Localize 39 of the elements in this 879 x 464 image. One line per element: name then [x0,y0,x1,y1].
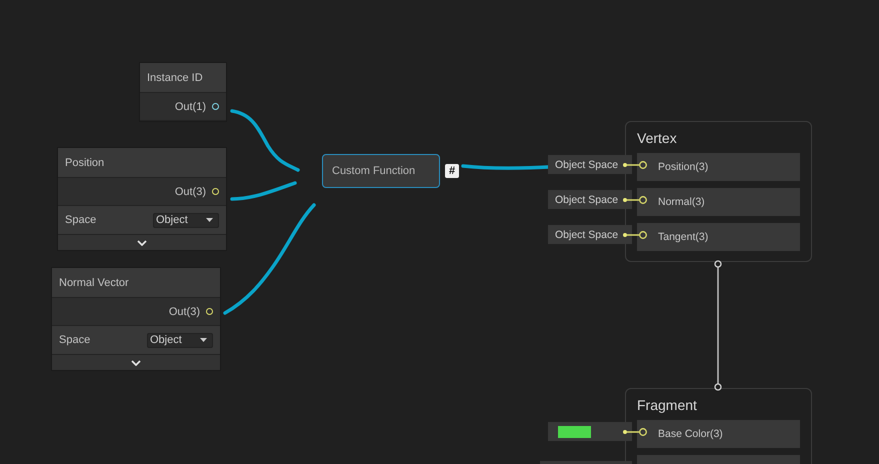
expand-chevron-icon[interactable] [131,360,141,366]
color-swatch[interactable] [558,426,591,438]
node-card[interactable]: Normal Vector Out(3) Space Object [52,268,220,370]
space-label: Space [65,214,96,226]
slot-connector-icon [622,428,648,436]
input-field[interactable]: Object Space [548,155,632,174]
space-label: Space [59,334,90,346]
input-field[interactable]: Object Space [548,225,632,244]
node-card[interactable]: Instance ID Out(1) [140,63,226,121]
input-field[interactable] [548,422,632,441]
slot-connector-icon [622,161,648,169]
port-label: Out(3) [168,306,200,318]
context-title: Fragment [637,396,698,415]
slot-row[interactable]: Base Color(3) [637,420,800,448]
space-dropdown[interactable]: Object [153,212,219,228]
custom-function-node[interactable]: Custom Function [322,154,440,188]
port-icon[interactable] [212,103,219,110]
port-icon[interactable] [212,188,219,195]
caret-icon [200,338,207,342]
port-label: Out(1) [174,100,206,112]
node-title: Normal Vector [59,276,129,288]
space-dropdown[interactable]: Object [147,332,213,348]
caret-icon [206,218,213,222]
node-title: Position [65,156,104,168]
port-icon[interactable] [206,308,213,315]
node-card[interactable]: Position Out(3) Space Object [58,148,226,250]
annotation-stroke [230,109,300,172]
expand-chevron-icon[interactable] [137,240,147,246]
port-label: Out(3) [174,186,206,198]
slot-row[interactable]: Tangent(3) [637,223,800,251]
node-title: Instance ID [147,72,203,84]
slot-connector-icon [622,196,648,204]
slot-row[interactable]: Position(3) [637,153,800,181]
annotation-stroke [230,181,297,201]
input-field[interactable]: Object Space [548,190,632,209]
hash-badge: # [445,164,459,178]
slot-connector-icon [622,231,648,239]
context-title: Vertex [637,129,678,148]
slot-row[interactable]: Normal(3) [637,188,800,216]
